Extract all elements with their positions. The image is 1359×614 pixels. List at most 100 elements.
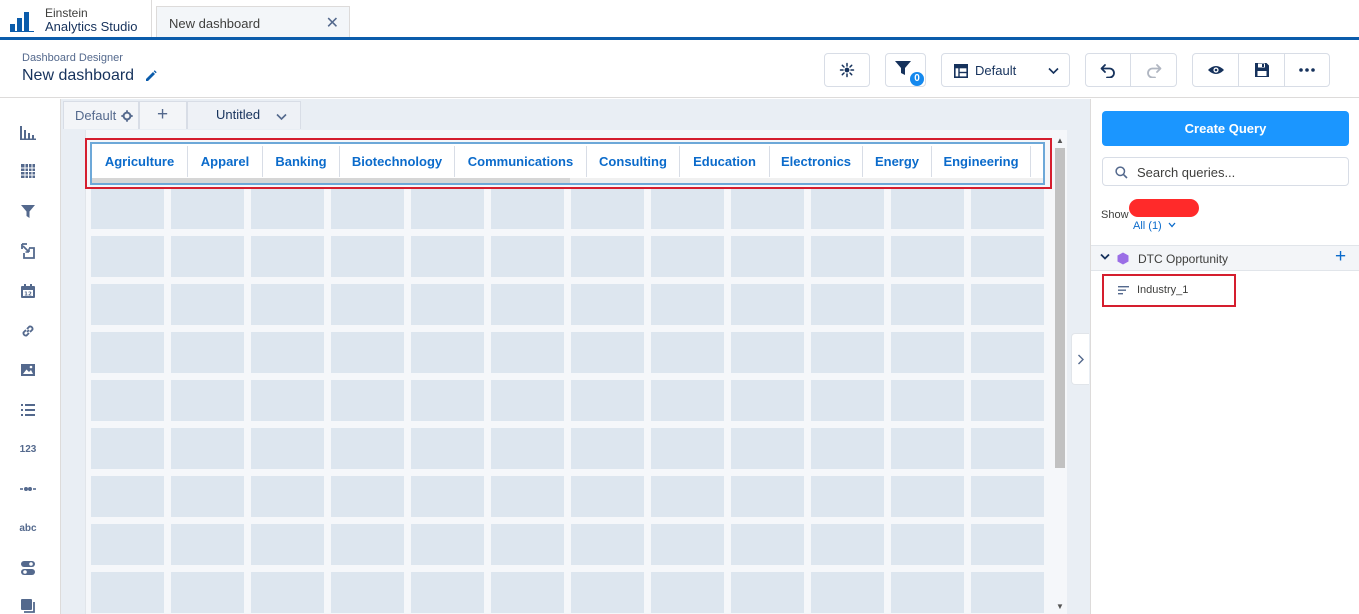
layout-select-value: Default: [975, 63, 1017, 78]
close-icon[interactable]: ✕: [326, 13, 339, 33]
create-query-button[interactable]: Create Query: [1102, 111, 1349, 146]
chart-widget[interactable]: [17, 121, 39, 143]
global-filters-button[interactable]: 0: [885, 53, 926, 87]
grid-cell: [491, 476, 564, 517]
grid-cell: [571, 236, 644, 277]
filter-icon: [21, 205, 35, 218]
date-widget[interactable]: 12: [17, 280, 39, 302]
preview-button[interactable]: [1193, 54, 1239, 86]
scroll-up-icon[interactable]: ▲: [1055, 136, 1065, 146]
number-widget[interactable]: 123: [17, 438, 39, 460]
grid-cell: [491, 380, 564, 421]
eye-icon: [1207, 66, 1224, 74]
search-input[interactable]: [1137, 164, 1342, 180]
tab-untitled-page[interactable]: Untitled: [187, 101, 301, 129]
chevron-down-icon: [1168, 222, 1176, 228]
grid-cell: [91, 332, 164, 373]
grid-cell: [171, 428, 244, 469]
link-widget[interactable]: [17, 320, 39, 342]
grid-cell: [171, 188, 244, 229]
grid-cell: [971, 284, 1044, 325]
grid-cell: [891, 188, 964, 229]
list-selector-widget[interactable]: [17, 200, 39, 222]
range-widget[interactable]: [17, 478, 39, 500]
interactions-button[interactable]: [824, 53, 870, 87]
more-actions-button[interactable]: [1285, 54, 1329, 86]
toggle-widget[interactable]: [17, 557, 39, 579]
app-tab-bar: Einstein Analytics Studio New dashboard …: [0, 0, 1359, 40]
collapse-panel-button[interactable]: [1071, 333, 1089, 385]
container-widget[interactable]: [17, 595, 39, 614]
query-name: Industry_1: [1137, 284, 1189, 296]
table-widget[interactable]: [17, 160, 39, 182]
grid-cell: [811, 428, 884, 469]
grid-cell: [731, 572, 804, 613]
dataset-row[interactable]: DTC Opportunity +: [1091, 245, 1359, 271]
save-button[interactable]: [1239, 54, 1285, 86]
undo-button[interactable]: [1086, 54, 1131, 86]
grid-cell: [91, 524, 164, 565]
grid-cell: [571, 524, 644, 565]
table-icon: [21, 164, 35, 178]
gear-icon[interactable]: [121, 110, 133, 122]
show-filter-dropdown[interactable]: All (1): [1133, 220, 1176, 232]
grid-cell: [491, 236, 564, 277]
canvas-scrollbar[interactable]: ▲ ▼: [1054, 136, 1066, 614]
grid-cell: [331, 428, 404, 469]
tab-default-layout[interactable]: Default: [63, 101, 139, 129]
list-widget[interactable]: [17, 399, 39, 421]
grid-cell: [331, 572, 404, 613]
add-page-button[interactable]: +: [139, 101, 187, 129]
redo-button[interactable]: [1131, 54, 1176, 86]
grid-cell: [971, 572, 1044, 613]
dataset-name: DTC Opportunity: [1138, 252, 1229, 266]
tab-new-dashboard[interactable]: New dashboard ✕: [156, 6, 350, 37]
search-icon: [1115, 166, 1128, 179]
app-brand[interactable]: Einstein Analytics Studio: [0, 0, 152, 37]
grid-cell: [971, 524, 1044, 565]
pencil-icon[interactable]: [145, 70, 157, 82]
dashboard-canvas[interactable]: ▲ ▼: [85, 130, 1067, 614]
grid-cell: [411, 524, 484, 565]
text-widget[interactable]: abc: [17, 517, 39, 539]
grid-cell: [891, 428, 964, 469]
grid-cell: [411, 332, 484, 373]
compare-table-widget[interactable]: [17, 240, 39, 262]
grid-cell: [811, 284, 884, 325]
scroll-down-icon[interactable]: ▼: [1055, 602, 1065, 612]
grid-cell: [971, 236, 1044, 277]
grid-cell: [331, 284, 404, 325]
grid-cell: [731, 284, 804, 325]
grid-cell: [811, 236, 884, 277]
container-icon: [21, 599, 35, 613]
grid-cell: [251, 572, 324, 613]
grid-cell: [811, 572, 884, 613]
grid-cell: [811, 188, 884, 229]
grid-cell: [171, 284, 244, 325]
chevron-down-icon[interactable]: [1100, 253, 1110, 261]
grid-cell: [251, 428, 324, 469]
grid-cell: [251, 284, 324, 325]
grid-cell: [731, 188, 804, 229]
query-list-item[interactable]: Industry_1: [1102, 274, 1236, 307]
scrollbar-thumb[interactable]: [1055, 148, 1065, 468]
grid-cell: [171, 572, 244, 613]
filter-count-badge: 0: [910, 72, 924, 86]
redo-icon: [1146, 64, 1161, 78]
image-widget[interactable]: [17, 359, 39, 381]
grid-cell: [91, 380, 164, 421]
grid-cell: [491, 332, 564, 373]
grid-cell: [251, 188, 324, 229]
range-slider-icon: [20, 487, 36, 491]
move-in-icon: [21, 243, 35, 259]
add-query-icon[interactable]: +: [1335, 247, 1346, 267]
grid-cell: [91, 476, 164, 517]
show-filter-label: Show: [1101, 209, 1129, 221]
page-tabs: Default + Untitled: [61, 101, 1091, 129]
grid-cell: [171, 524, 244, 565]
grid-cell: [971, 380, 1044, 421]
toggle-icon: [21, 561, 35, 575]
grid-cell: [651, 380, 724, 421]
canvas-area: Default + Untitled ▲ ▼ Engineering Energ…: [60, 99, 1090, 614]
layout-select[interactable]: Default: [941, 53, 1070, 87]
